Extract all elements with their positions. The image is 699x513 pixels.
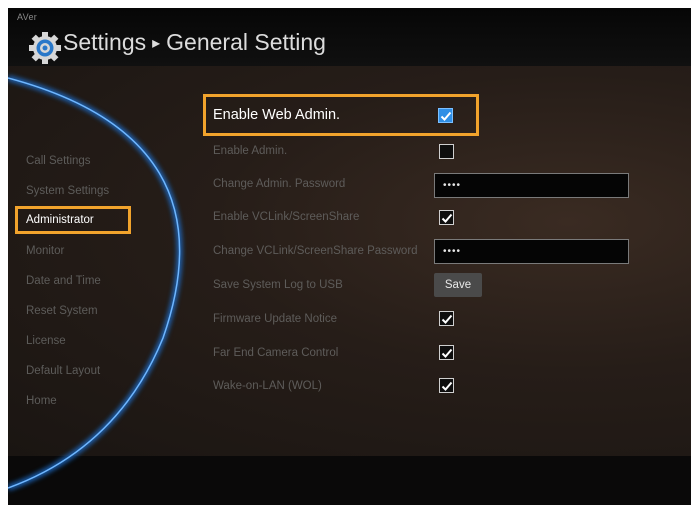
sidebar-item-home[interactable]: Home [26, 395, 57, 407]
sidebar-item-administrator[interactable]: Administrator [26, 214, 94, 226]
page-title: Settings ▸ General Setting [63, 29, 326, 56]
save-log-button[interactable]: Save [434, 273, 482, 297]
tv-screen: AVer Settings ▸ General Setting Call Set… [8, 8, 691, 505]
sidebar-item-system-settings[interactable]: System Settings [26, 185, 109, 197]
breadcrumb-separator: ▸ [152, 35, 161, 52]
enable-admin-label: Enable Admin. [213, 145, 288, 157]
wake-on-lan-label: Wake-on-LAN (WOL) [213, 380, 322, 392]
save-log-label: Save System Log to USB [213, 279, 343, 291]
firmware-notice-checkbox[interactable] [439, 311, 454, 326]
title-settings: Settings [63, 29, 147, 55]
admin-password-field[interactable]: •••• [434, 173, 629, 198]
firmware-notice-label: Firmware Update Notice [213, 313, 337, 325]
enable-web-admin-label: Enable Web Admin. [213, 107, 341, 123]
change-admin-password-label: Change Admin. Password [213, 178, 346, 190]
sidebar-item-date-and-time[interactable]: Date and Time [26, 275, 101, 287]
title-general-setting: General Setting [166, 29, 326, 55]
sidebar-item-reset-system[interactable]: Reset System [26, 305, 98, 317]
enable-vclink-label: Enable VCLink/ScreenShare [213, 211, 360, 223]
change-vclink-password-label: Change VCLink/ScreenShare Password [213, 245, 418, 257]
sidebar-item-default-layout[interactable]: Default Layout [26, 365, 100, 377]
checkmark-icon [441, 381, 453, 391]
sidebar-item-call-settings[interactable]: Call Settings [26, 155, 91, 167]
far-end-camera-label: Far End Camera Control [213, 347, 339, 359]
sidebar-item-license[interactable]: License [26, 335, 66, 347]
checkmark-icon [441, 213, 453, 223]
vclink-password-field[interactable]: •••• [434, 239, 629, 264]
enable-web-admin-checkbox[interactable] [438, 108, 453, 123]
enable-vclink-checkbox[interactable] [439, 210, 454, 225]
brand-logo: AVer [17, 12, 38, 22]
wake-on-lan-checkbox[interactable] [439, 378, 454, 393]
far-end-camera-checkbox[interactable] [439, 345, 454, 360]
checkmark-icon [441, 314, 453, 324]
footer-bar [8, 456, 691, 505]
gear-icon [29, 32, 61, 64]
header-bar: AVer Settings ▸ General Setting [8, 8, 691, 66]
checkmark-icon [441, 348, 453, 358]
sidebar-item-monitor[interactable]: Monitor [26, 245, 64, 257]
checkmark-icon [440, 111, 452, 121]
enable-admin-checkbox[interactable] [439, 144, 454, 159]
